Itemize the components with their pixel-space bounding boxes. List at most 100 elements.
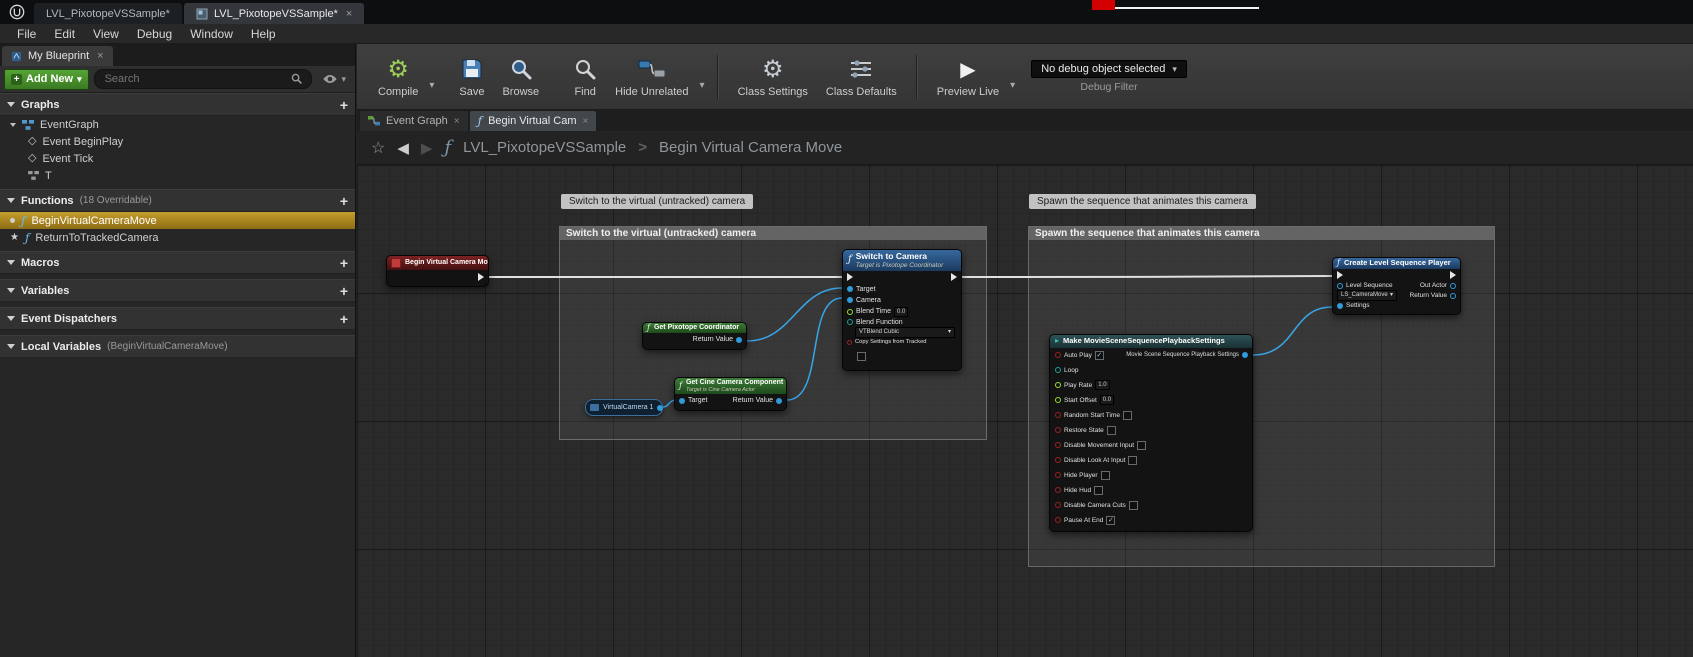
view-options-button[interactable]: ▾ — [317, 74, 351, 85]
section-local-variables[interactable]: Local Variables (BeginVirtualCameraMove) — [0, 335, 355, 358]
add-macro-button[interactable]: + — [340, 256, 348, 270]
level-sequence-asset-picker[interactable]: LS_CameraMove ▾ — [1337, 290, 1397, 301]
breadcrumb-root[interactable]: LVL_PixotopeVSSample — [463, 139, 626, 156]
window-tab-blueprint-editor[interactable]: LVL_PixotopeVSSample* × — [184, 3, 364, 24]
disable-look-at-input-checkbox[interactable] — [1128, 456, 1137, 465]
class-defaults-button[interactable]: Class Defaults — [817, 47, 906, 107]
camera-pin[interactable] — [847, 297, 853, 303]
my-blueprint-tab[interactable]: My Blueprint × — [2, 46, 113, 66]
disable-camera-cuts-checkbox[interactable] — [1129, 501, 1138, 510]
disable-camera-cuts-pin[interactable] — [1055, 502, 1061, 508]
menu-window[interactable]: Window — [181, 24, 242, 44]
preview-live-caret[interactable]: ▾ — [1008, 80, 1017, 91]
exec-out-pin[interactable] — [1450, 271, 1456, 279]
menu-help[interactable]: Help — [242, 24, 285, 44]
random-start-time-pin[interactable] — [1055, 412, 1061, 418]
node-make-playback-settings[interactable]: ▸ Make MovieSceneSequencePlaybackSetting… — [1049, 334, 1253, 532]
exec-out-pin[interactable] — [478, 273, 484, 281]
close-icon[interactable]: × — [346, 8, 352, 20]
compile-button[interactable]: ⚙ Compile — [369, 47, 427, 107]
playback-settings-out-pin[interactable] — [1242, 352, 1248, 358]
nav-back-button[interactable]: ◀ — [397, 139, 409, 157]
add-dispatcher-button[interactable]: + — [340, 312, 348, 326]
window-tab-level-editor[interactable]: LVL_PixotopeVSSample* — [34, 3, 182, 24]
tree-item-event-beginplay[interactable]: ◇ Event BeginPlay — [0, 133, 355, 150]
section-functions[interactable]: Functions (18 Overridable) + — [0, 189, 355, 212]
menu-file[interactable]: File — [8, 24, 45, 44]
compile-options-caret[interactable]: ▾ — [427, 80, 436, 91]
out-actor-pin[interactable] — [1450, 283, 1456, 289]
node-switch-to-camera[interactable]: ƒ Switch to Camera Target is Pixotope Co… — [842, 249, 962, 371]
return-value-pin[interactable] — [1450, 293, 1456, 299]
level-sequence-pin[interactable] — [1337, 283, 1343, 289]
copy-settings-pin[interactable] — [847, 340, 852, 345]
menu-edit[interactable]: Edit — [45, 24, 84, 44]
search-box[interactable] — [94, 69, 313, 89]
browse-button[interactable]: Browse — [493, 47, 548, 107]
blend-function-pin[interactable] — [847, 319, 853, 325]
exec-in-pin[interactable] — [847, 273, 853, 281]
hide-unrelated-caret[interactable]: ▾ — [698, 80, 707, 91]
breadcrumb-current[interactable]: Begin Virtual Camera Move — [659, 139, 842, 156]
search-input[interactable] — [103, 72, 292, 86]
exec-out-pin[interactable] — [951, 273, 957, 281]
graph-canvas[interactable]: Switch to the virtual (untracked) camera… — [357, 165, 1693, 657]
hide-player-checkbox[interactable] — [1101, 471, 1110, 480]
auto-play-checkbox[interactable] — [1095, 351, 1104, 360]
disable-look-at-input-pin[interactable] — [1055, 457, 1061, 463]
start-offset-pin[interactable] — [1055, 397, 1061, 403]
add-variable-button[interactable]: + — [340, 284, 348, 298]
node-begin-virtual-camera-move[interactable]: Begin Virtual Camera Move — [386, 255, 489, 287]
add-graph-button[interactable]: + — [340, 98, 348, 112]
add-new-button[interactable]: + Add New ▾ — [4, 69, 89, 90]
add-function-button[interactable]: + — [340, 194, 348, 208]
node-get-cine-camera-component[interactable]: ƒ Get Cine Camera Component Target is Ci… — [674, 377, 787, 411]
variable-out-pin[interactable] — [657, 405, 663, 411]
return-value-pin[interactable] — [776, 398, 782, 404]
node-get-pixotope-coordinator[interactable]: ƒ Get Pixotope Coordinator Return Value — [642, 322, 747, 350]
section-event-dispatchers[interactable]: Event Dispatchers + — [0, 307, 355, 330]
disable-movement-input-pin[interactable] — [1055, 442, 1061, 448]
restore-state-checkbox[interactable] — [1107, 426, 1116, 435]
tab-event-graph[interactable]: Event Graph × — [360, 111, 468, 131]
hide-unrelated-button[interactable]: Hide Unrelated — [606, 47, 697, 107]
tree-item-begin-virtual-camera-move[interactable]: ƒ BeginVirtualCameraMove — [0, 212, 355, 229]
section-graphs[interactable]: Graphs + — [0, 93, 355, 116]
tree-item-eventgraph[interactable]: EventGraph — [0, 116, 355, 133]
target-pin[interactable] — [847, 286, 853, 292]
play-rate-field[interactable]: 1.0 — [1095, 380, 1109, 390]
loop-pin[interactable] — [1055, 367, 1061, 373]
node-create-level-sequence-player[interactable]: ƒ Create Level Sequence Player Level Seq… — [1332, 257, 1461, 315]
copy-settings-checkbox[interactable] — [857, 352, 866, 361]
class-settings-button[interactable]: ⚙ Class Settings — [729, 47, 817, 107]
target-pin[interactable] — [679, 398, 685, 404]
section-macros[interactable]: Macros + — [0, 251, 355, 274]
menu-view[interactable]: View — [84, 24, 128, 44]
disable-movement-input-checkbox[interactable] — [1137, 441, 1146, 450]
start-offset-field[interactable]: 0.0 — [1100, 395, 1114, 405]
tab-begin-virtual-camera-move[interactable]: ƒ Begin Virtual Cam × — [470, 111, 597, 131]
pause-at-end-pin[interactable] — [1055, 517, 1061, 523]
settings-pin[interactable] — [1337, 303, 1343, 309]
section-variables[interactable]: Variables + — [0, 279, 355, 302]
pause-at-end-checkbox[interactable] — [1106, 516, 1115, 525]
nav-forward-button[interactable]: ▶ — [421, 139, 433, 157]
blend-function-dropdown[interactable]: VTBlend Cubic ▾ — [855, 327, 955, 338]
hide-hud-checkbox[interactable] — [1094, 486, 1103, 495]
play-rate-pin[interactable] — [1055, 382, 1061, 388]
auto-play-pin[interactable] — [1055, 352, 1061, 358]
tree-item-event-tick[interactable]: ◇ Event Tick — [0, 150, 355, 167]
preview-live-button[interactable]: ▶ Preview Live — [928, 47, 1008, 107]
favorite-star-icon[interactable]: ☆ — [371, 138, 385, 158]
close-icon[interactable]: × — [454, 116, 460, 127]
restore-state-pin[interactable] — [1055, 427, 1061, 433]
close-icon[interactable]: × — [583, 116, 589, 127]
unreal-logo-icon[interactable] — [0, 0, 34, 24]
exec-in-pin[interactable] — [1337, 271, 1343, 279]
random-start-time-checkbox[interactable] — [1123, 411, 1132, 420]
return-value-pin[interactable] — [736, 337, 742, 343]
tree-item-return-to-tracked-camera[interactable]: ★ ƒ ReturnToTrackedCamera — [0, 229, 355, 246]
node-virtual-camera-variable[interactable]: VirtualCamera 1 — [585, 399, 663, 416]
menu-debug[interactable]: Debug — [128, 24, 181, 44]
hide-player-pin[interactable] — [1055, 472, 1061, 478]
